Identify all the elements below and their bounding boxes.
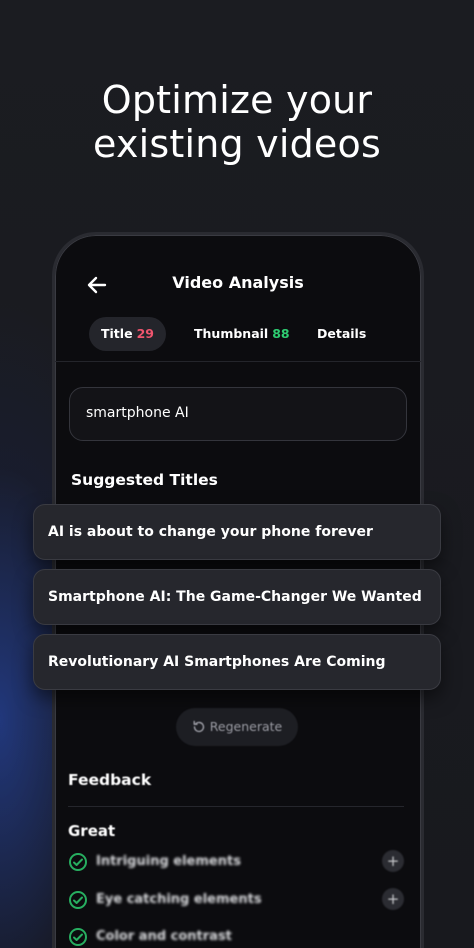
feedback-divider <box>68 806 404 807</box>
suggestion-card[interactable]: Smartphone AI: The Game-Changer We Wante… <box>33 569 441 625</box>
regenerate-label: Regenerate <box>209 719 283 734</box>
tab-thumbnail-score: 88 <box>272 326 290 341</box>
feedback-item: Eye catching elements + <box>68 888 408 914</box>
feedback-item-label: Color and contrast <box>96 929 232 944</box>
headline-line-2: existing videos <box>93 122 381 166</box>
suggestion-card[interactable]: AI is about to change your phone forever <box>33 504 441 560</box>
regenerate-icon <box>193 720 204 733</box>
regenerate-button[interactable]: Regenerate <box>176 708 298 746</box>
tab-title-label: Title <box>101 326 133 341</box>
headline-line-1: Optimize your <box>101 78 373 122</box>
tab-title-score: 29 <box>136 326 154 341</box>
search-input[interactable]: smartphone AI <box>69 387 407 441</box>
tab-bar: Title 29 Thumbnail 88 Details <box>89 317 421 353</box>
suggestion-card[interactable]: Revolutionary AI Smartphones Are Coming <box>33 634 441 690</box>
promo-headline: Optimize your existing videos <box>0 78 474 166</box>
tab-details-label: Details <box>317 326 367 341</box>
feedback-item-label: Eye catching elements <box>96 892 262 907</box>
app-header: Video Analysis Title 29 Thumbnail 88 Detai… <box>55 235 421 363</box>
tab-thumbnail-label: Thumbnail <box>194 326 269 341</box>
header-divider <box>55 361 421 362</box>
feedback-item: Intriguing elements + <box>68 850 408 876</box>
feedback-heading: Feedback <box>68 771 152 789</box>
great-heading: Great <box>68 822 116 840</box>
suggested-titles-heading: Suggested Titles <box>71 471 218 489</box>
tab-thumbnail[interactable]: Thumbnail 88 <box>194 317 290 351</box>
feedback-item: Color and contrast <box>68 927 408 948</box>
feedback-item-label: Intriguing elements <box>96 854 241 869</box>
screen-title: Video Analysis <box>172 273 304 292</box>
tab-details[interactable]: Details <box>317 317 366 351</box>
check-circle-icon <box>69 928 87 946</box>
check-circle-icon <box>69 891 87 909</box>
plus-icon[interactable]: + <box>382 850 404 872</box>
check-circle-icon <box>69 853 87 871</box>
tab-title[interactable]: Title 29 <box>89 317 166 351</box>
plus-icon[interactable]: + <box>382 888 404 910</box>
